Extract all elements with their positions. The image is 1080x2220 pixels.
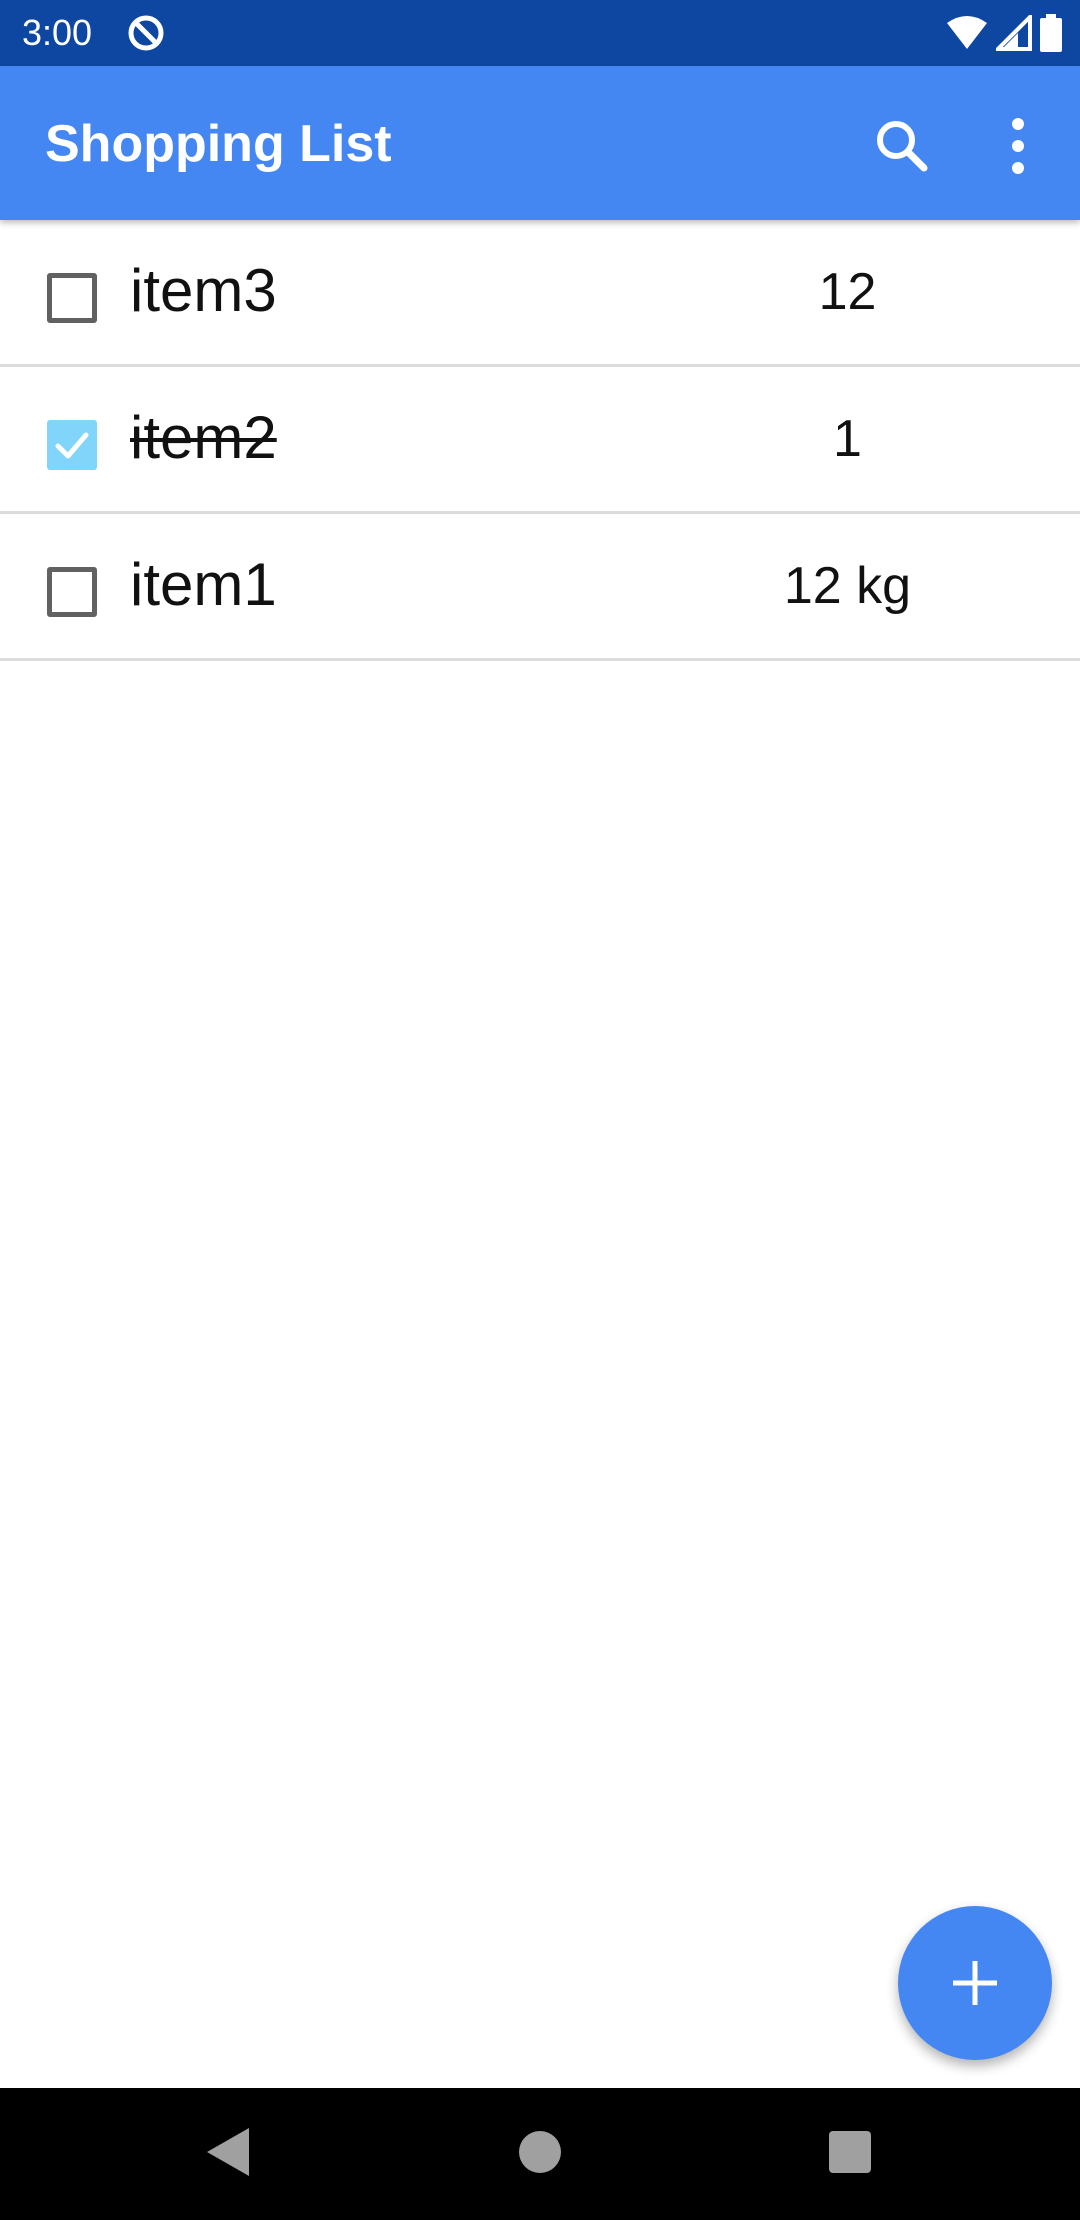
more-options-button[interactable] (990, 114, 1046, 178)
item-quantity: 12 kg (783, 557, 912, 615)
list-item[interactable]: item3 12 (0, 220, 1080, 367)
item-quantity: 12 (818, 263, 877, 321)
status-time: 3:00 (22, 12, 93, 53)
item-name: item1 (130, 551, 277, 618)
home-icon[interactable] (519, 2131, 561, 2173)
item-checkbox[interactable] (47, 567, 97, 617)
navigation-bar (0, 2088, 1080, 2220)
list-item[interactable]: item1 12 kg (0, 514, 1080, 661)
search-button[interactable] (870, 114, 934, 178)
battery-icon (1040, 14, 1062, 52)
status-bar: 3:00 (0, 0, 1080, 66)
add-item-button[interactable] (898, 1906, 1052, 2060)
plus-icon (953, 1961, 997, 2005)
item-quantity: 1 (833, 410, 862, 468)
list-item[interactable]: item2 1 (0, 367, 1080, 514)
back-icon[interactable] (205, 2126, 251, 2178)
shopping-list: item3 12 item2 1 item1 12 kg (0, 220, 1080, 661)
cell-signal-icon (996, 15, 1032, 51)
item-name: item2 (130, 404, 277, 471)
wifi-icon (947, 16, 987, 49)
more-vert-icon (1012, 118, 1024, 174)
app-notification-icon (128, 15, 164, 51)
item-checkbox[interactable] (47, 273, 97, 323)
check-icon (55, 432, 89, 459)
app-bar: Shopping List (0, 66, 1080, 220)
recents-icon[interactable] (829, 2131, 871, 2173)
page-title: Shopping List (45, 115, 392, 173)
status-icons (946, 13, 1062, 53)
item-name: item3 (130, 257, 277, 324)
item-checkbox[interactable] (47, 420, 97, 470)
search-icon (877, 121, 928, 172)
